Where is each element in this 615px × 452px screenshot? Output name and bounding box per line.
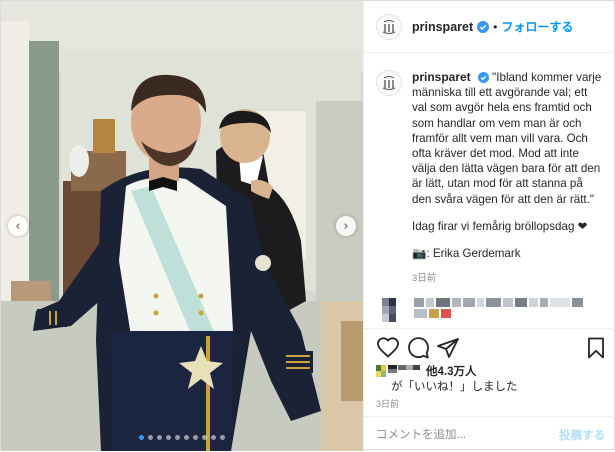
post-timestamp[interactable]: 3日前 bbox=[376, 397, 399, 410]
carousel-dot bbox=[220, 435, 225, 440]
follow-button[interactable]: フォローする bbox=[501, 18, 573, 35]
chevron-left-icon: ‹ bbox=[15, 218, 21, 234]
carousel-dot bbox=[211, 435, 216, 440]
caption-comment: prinsparet "Ibland kommer varje människa… bbox=[376, 70, 605, 286]
carousel-dot bbox=[184, 435, 189, 440]
likes-summary[interactable]: 他4.3万人 bbox=[376, 363, 477, 379]
post-comment-button[interactable]: 投稿する bbox=[559, 427, 605, 443]
carousel-dot bbox=[193, 435, 198, 440]
save-bookmark-icon[interactable] bbox=[584, 336, 608, 360]
post-header: prinsparet • フォローする bbox=[364, 1, 615, 53]
action-icons bbox=[376, 336, 606, 362]
caption-photo-credit: 📷: Erika Gerdemark bbox=[412, 246, 521, 260]
header-separator: • bbox=[493, 19, 498, 34]
carousel-dot bbox=[148, 435, 153, 440]
profile-avatar[interactable] bbox=[376, 13, 402, 40]
monogram-logo-icon bbox=[382, 76, 396, 90]
verified-badge-icon bbox=[477, 72, 489, 83]
caption-body: prinsparet "Ibland kommer varje människa… bbox=[412, 70, 605, 286]
header-username[interactable]: prinsparet bbox=[412, 20, 473, 34]
monogram-logo-icon bbox=[382, 19, 396, 34]
share-paper-plane-icon[interactable] bbox=[436, 336, 460, 360]
pixelated-avatar bbox=[376, 298, 402, 324]
next-photo-button[interactable]: › bbox=[336, 216, 356, 236]
carousel-dot bbox=[157, 435, 162, 440]
post-photo[interactable]: ‹ › bbox=[1, 1, 363, 451]
caption-username[interactable]: prinsparet bbox=[412, 70, 471, 84]
caption-timestamp: 3日前 bbox=[412, 272, 437, 284]
caption-celebration: Idag firar vi femårig bröllopsdag ❤ bbox=[412, 219, 588, 233]
liked-text: が「いいね！」しました bbox=[391, 381, 518, 393]
action-bar: 他4.3万人 が「いいね！」しました 3日前 投稿する bbox=[364, 328, 615, 451]
likes-count[interactable]: 他4.3万人 bbox=[426, 363, 477, 379]
carousel-dot bbox=[202, 435, 207, 440]
previous-photo-button[interactable]: ‹ bbox=[8, 216, 28, 236]
comment-bubble-icon[interactable] bbox=[406, 336, 430, 360]
pixelated-text bbox=[414, 298, 589, 319]
carousel-dot bbox=[166, 435, 171, 440]
chevron-right-icon: › bbox=[343, 218, 349, 234]
comment-input[interactable] bbox=[376, 428, 556, 441]
like-heart-icon[interactable] bbox=[376, 336, 400, 360]
post-side-panel: prinsparet • フォローする prinsparet "Ibland k… bbox=[363, 1, 615, 451]
pixelated-comment bbox=[376, 298, 605, 324]
liker-avatars bbox=[376, 363, 422, 379]
comments-section: prinsparet "Ibland kommer varje människa… bbox=[364, 54, 615, 328]
instagram-post: ‹ › prinsparet • フォローする prinsparet "Ibla… bbox=[0, 0, 615, 451]
verified-badge-icon bbox=[477, 20, 490, 33]
carousel-dot bbox=[139, 435, 144, 440]
carousel-indicator bbox=[1, 435, 363, 440]
caption-avatar[interactable] bbox=[376, 70, 402, 96]
add-comment-bar: 投稿する bbox=[364, 416, 615, 452]
caption-quote: "Ibland kommer varje människa till ett a… bbox=[412, 71, 602, 206]
wedding-photo-image bbox=[1, 1, 363, 451]
carousel-dot bbox=[175, 435, 180, 440]
